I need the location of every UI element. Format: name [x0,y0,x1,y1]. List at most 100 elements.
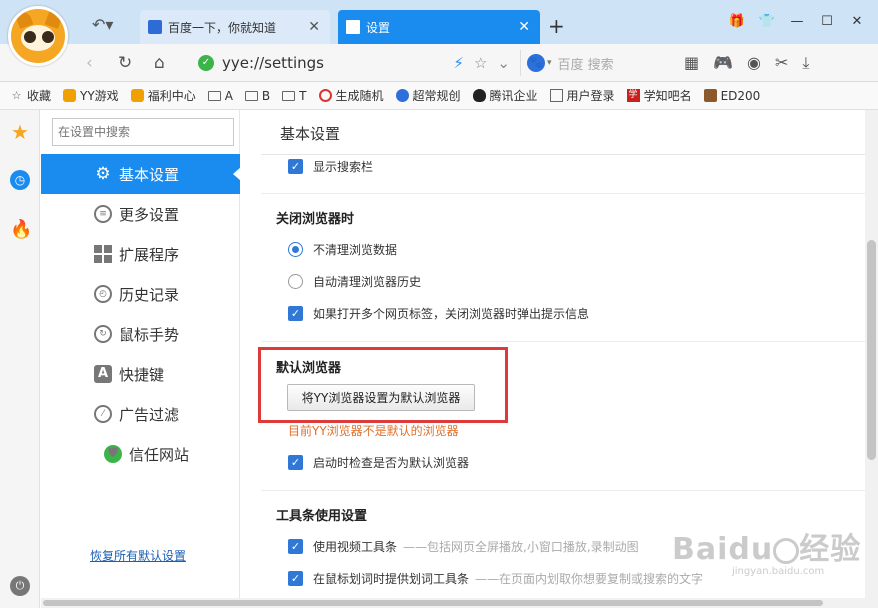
url-text[interactable]: yye://settings [222,54,324,72]
maximize-icon[interactable]: ☐ [818,14,836,29]
apps-grid-icon[interactable]: ▦ [684,53,699,73]
sidebar-item-adblock[interactable]: ⁄ 广告过滤 [41,394,240,434]
logout-icon[interactable]: ⏻ [10,576,30,596]
avatar-eye-right [42,31,54,43]
bookmark-folder-t[interactable]: T [282,88,307,103]
bookmark-random[interactable]: 生成随机 [318,87,384,104]
favorite-star-icon[interactable]: ☆ [474,54,487,72]
prompt-multiple-tabs-option[interactable]: ✓ 如果打开多个网页标签，关闭浏览器时弹出提示信息 [288,305,589,322]
skin-shirt-icon[interactable]: 👕 [758,14,776,29]
new-tab-icon[interactable]: + [548,14,565,38]
sidebar-item-more[interactable]: ≡ 更多设置 [41,194,240,234]
sidebar-item-trusted[interactable]: ⛊ 信任网站 [41,434,240,474]
word-select-toolbar-option[interactable]: ✓ 在鼠标划词时提供划词工具条 ——在页面内划取你想要复制或搜索的文字 [288,570,703,587]
bookmark-ed200[interactable]: ED200 [703,88,761,103]
home-icon[interactable]: ⌂ [154,53,165,73]
bookmark-label: T [299,88,307,103]
block-icon: ⁄ [94,405,112,423]
scroll-thumb[interactable] [43,600,823,606]
grid-icon [94,245,112,263]
undo-close-tab-icon[interactable]: ↶▾ [92,15,113,34]
sidebar-item-label: 快捷键 [119,365,165,384]
radio-unselected[interactable] [288,274,303,289]
sidebar-item-shortcuts[interactable]: A 快捷键 [41,354,240,394]
tab-close-icon[interactable]: ✕ [308,19,320,35]
sidebar-item-gestures[interactable]: ↻ 鼠标手势 [41,314,240,354]
bookmark-label: ED200 [720,88,761,103]
sidebar-item-extensions[interactable]: 扩展程序 [41,234,240,274]
baidu-paw-icon [148,20,162,34]
gift-icon[interactable]: 🎁 [728,14,746,29]
scroll-thumb[interactable] [867,240,876,460]
option-label: 不清理浏览数据 [313,243,398,257]
tiger-icon [130,89,144,102]
checkbox-checked[interactable]: ✓ [288,159,303,174]
hot-fire-icon[interactable]: 🔥 [10,220,32,240]
secure-shield-icon: ✓ [198,55,214,71]
search-box[interactable]: 🐾 ▾ 百度 搜索 [520,50,670,76]
video-icon[interactable]: ◉ [747,53,761,73]
vertical-scrollbar[interactable] [865,110,878,598]
baidu-search-engine-icon[interactable]: 🐾 [527,54,545,72]
divider [261,193,865,194]
favorites-star-icon[interactable]: ★ [10,122,30,142]
sidebar-item-basic[interactable]: ⚙ 基本设置 [41,154,241,194]
check-default-on-startup-option[interactable]: ✓ 启动时检查是否为默认浏览器 [288,454,469,471]
address-bar[interactable]: ✓ yye://settings ⚡ ☆ ⌄ [188,48,514,78]
bookmark-label: 腾讯企业 [489,89,538,103]
restore-defaults-link[interactable]: 恢复所有默认设置 [90,547,186,564]
bookmark-welfare[interactable]: 福利中心 [130,87,196,104]
option-label: 显示搜索栏 [313,160,374,174]
bookmark-tencent[interactable]: 腾讯企业 [472,87,538,104]
bookmark-label: 超常规创 [412,89,461,103]
bookmark-super[interactable]: 超常规创 [395,87,461,104]
bookmark-folder-a[interactable]: A [207,89,233,103]
tab-baidu[interactable]: 百度一下，你就知道 ✕ [140,10,330,44]
bookmark-favorites[interactable]: ☆ 收藏 [10,87,51,104]
video-toolbar-option[interactable]: ✓ 使用视频工具条 ——包括网页全屏播放,小窗口播放,录制动图 [288,538,639,555]
scissors-icon[interactable]: ✂ [775,53,788,73]
option-label: 如果打开多个网页标签，关闭浏览器时弹出提示信息 [313,307,590,321]
bookmark-login[interactable]: 用户登录 [549,87,615,104]
download-icon[interactable]: ⤓ [802,53,809,73]
horizontal-scrollbar[interactable] [41,598,878,608]
speed-mode-icon[interactable]: ⚡ [453,54,464,72]
option-label: 启动时检查是否为默认浏览器 [313,456,470,470]
page-icon [346,20,360,34]
show-search-bar-option[interactable]: ✓ 显示搜索栏 [288,158,373,175]
page-title: 基本设置 [280,125,341,143]
back-icon[interactable]: ‹ [86,53,93,73]
checkbox-checked[interactable]: ✓ [288,306,303,321]
bookmark-label: 福利中心 [147,89,196,103]
divider [261,341,865,342]
section-heading-toolbar: 工具条使用设置 [276,509,368,524]
tab-settings[interactable]: 设置 ✕ [338,10,540,44]
no-clear-data-radio[interactable]: 不清理浏览数据 [288,241,397,258]
gesture-icon: ↻ [94,325,112,343]
checkbox-checked[interactable]: ✓ [288,455,303,470]
tab-close-icon[interactable]: ✕ [518,19,530,35]
sidebar-item-label: 鼠标手势 [119,325,180,344]
game-controller-icon[interactable]: 🎮 [713,53,733,73]
minimize-icon[interactable]: — [788,14,806,29]
checkbox-checked[interactable]: ✓ [288,571,303,586]
auto-clear-history-radio[interactable]: 自动清理浏览器历史 [288,273,421,290]
user-avatar[interactable] [8,6,68,66]
bookmark-label: YY游戏 [80,89,119,103]
refresh-icon[interactable]: ↻ [118,53,132,73]
bookmark-folder-b[interactable]: B [244,89,270,103]
address-actions: ⚡ ☆ ⌄ [453,54,510,72]
history-clock-icon[interactable]: ◷ [10,170,30,190]
engine-dropdown-icon[interactable]: ▾ [547,58,552,68]
title-bar: ↶▾ 百度一下，你就知道 ✕ 设置 ✕ + 🎁 👕 — ☐ ✕ [0,0,878,66]
bookmark-xuezhi[interactable]: 学学知吧名 [626,87,692,104]
close-window-icon[interactable]: ✕ [848,14,866,29]
checkbox-checked[interactable]: ✓ [288,539,303,554]
sidebar-item-label: 更多设置 [119,205,180,224]
penguin-icon [472,89,486,102]
radio-selected[interactable] [288,242,303,257]
settings-search-input[interactable] [52,118,234,146]
bookmark-yy-games[interactable]: YY游戏 [63,87,119,104]
sidebar-item-history[interactable]: ◴ 历史记录 [41,274,240,314]
chevron-down-icon[interactable]: ⌄ [497,54,510,72]
